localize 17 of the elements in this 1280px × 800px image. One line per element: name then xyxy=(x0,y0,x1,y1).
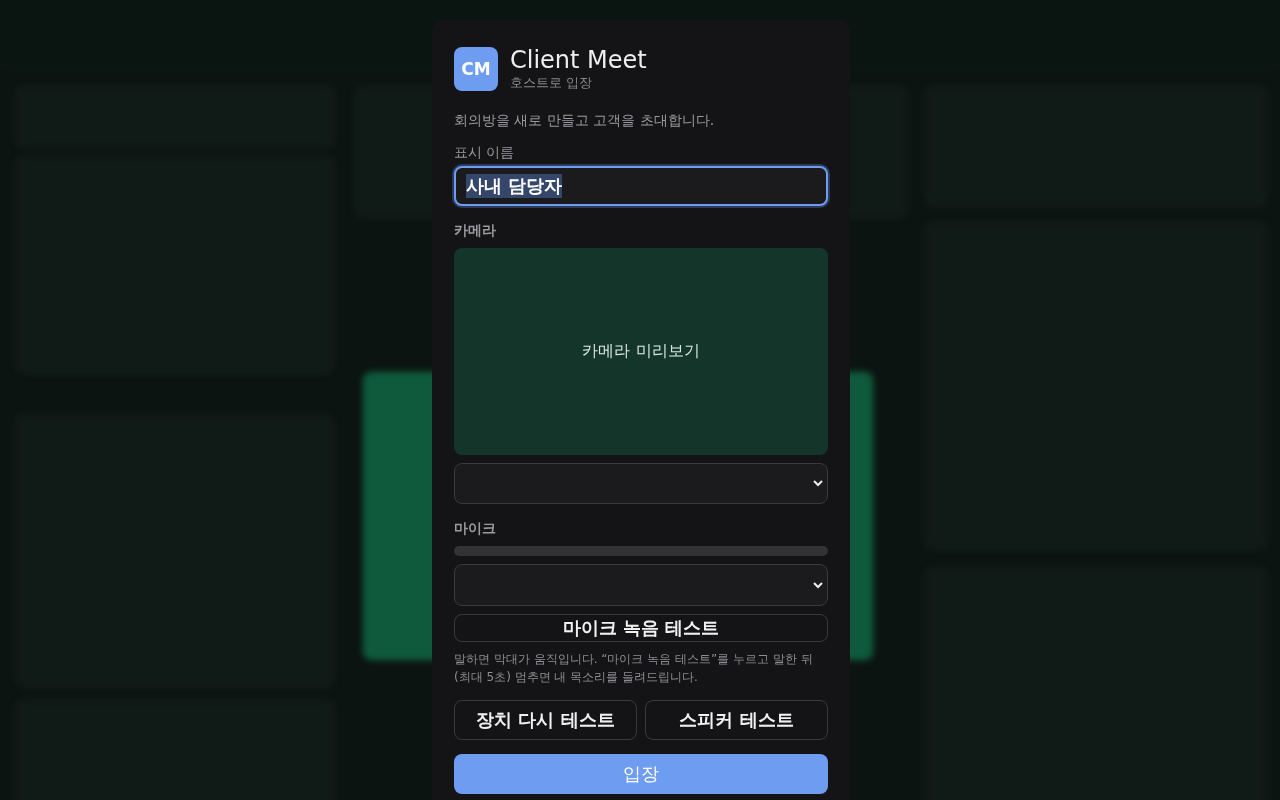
name-field[interactable]: 사내 담당자 xyxy=(454,166,828,206)
help-text: 말하면 막대가 움직입니다. “마이크 녹음 테스트”를 누르고 말한 뒤 (최대 5초) 멈추면 내 목소리를 들려드립니다. xyxy=(454,651,814,687)
test-button[interactable]: 장치 다시 테스트 xyxy=(454,700,637,741)
description: 회의방을 새로 만들고 고객을 초대합니다. xyxy=(454,112,716,130)
test-button[interactable]: 스피커 테스트 xyxy=(645,700,828,741)
chevron-down-icon xyxy=(813,581,823,589)
chevron-down-icon xyxy=(813,480,823,488)
mic-test-button[interactable]: 마이크 녹음 테스트 xyxy=(454,614,828,643)
app-logo: CM xyxy=(454,47,498,91)
section-label: 마이크 xyxy=(454,520,497,539)
camera-preview: 카메라 미리보기 xyxy=(454,247,828,455)
camera-select[interactable] xyxy=(454,462,828,505)
dialog-title: Client Meet xyxy=(510,46,647,74)
mic-select[interactable] xyxy=(454,564,828,607)
section-label: 카메라 xyxy=(454,221,497,240)
dialog-subtitle: 호스트로 입장 xyxy=(510,74,594,92)
field-label: 표시 이름 xyxy=(454,144,516,162)
